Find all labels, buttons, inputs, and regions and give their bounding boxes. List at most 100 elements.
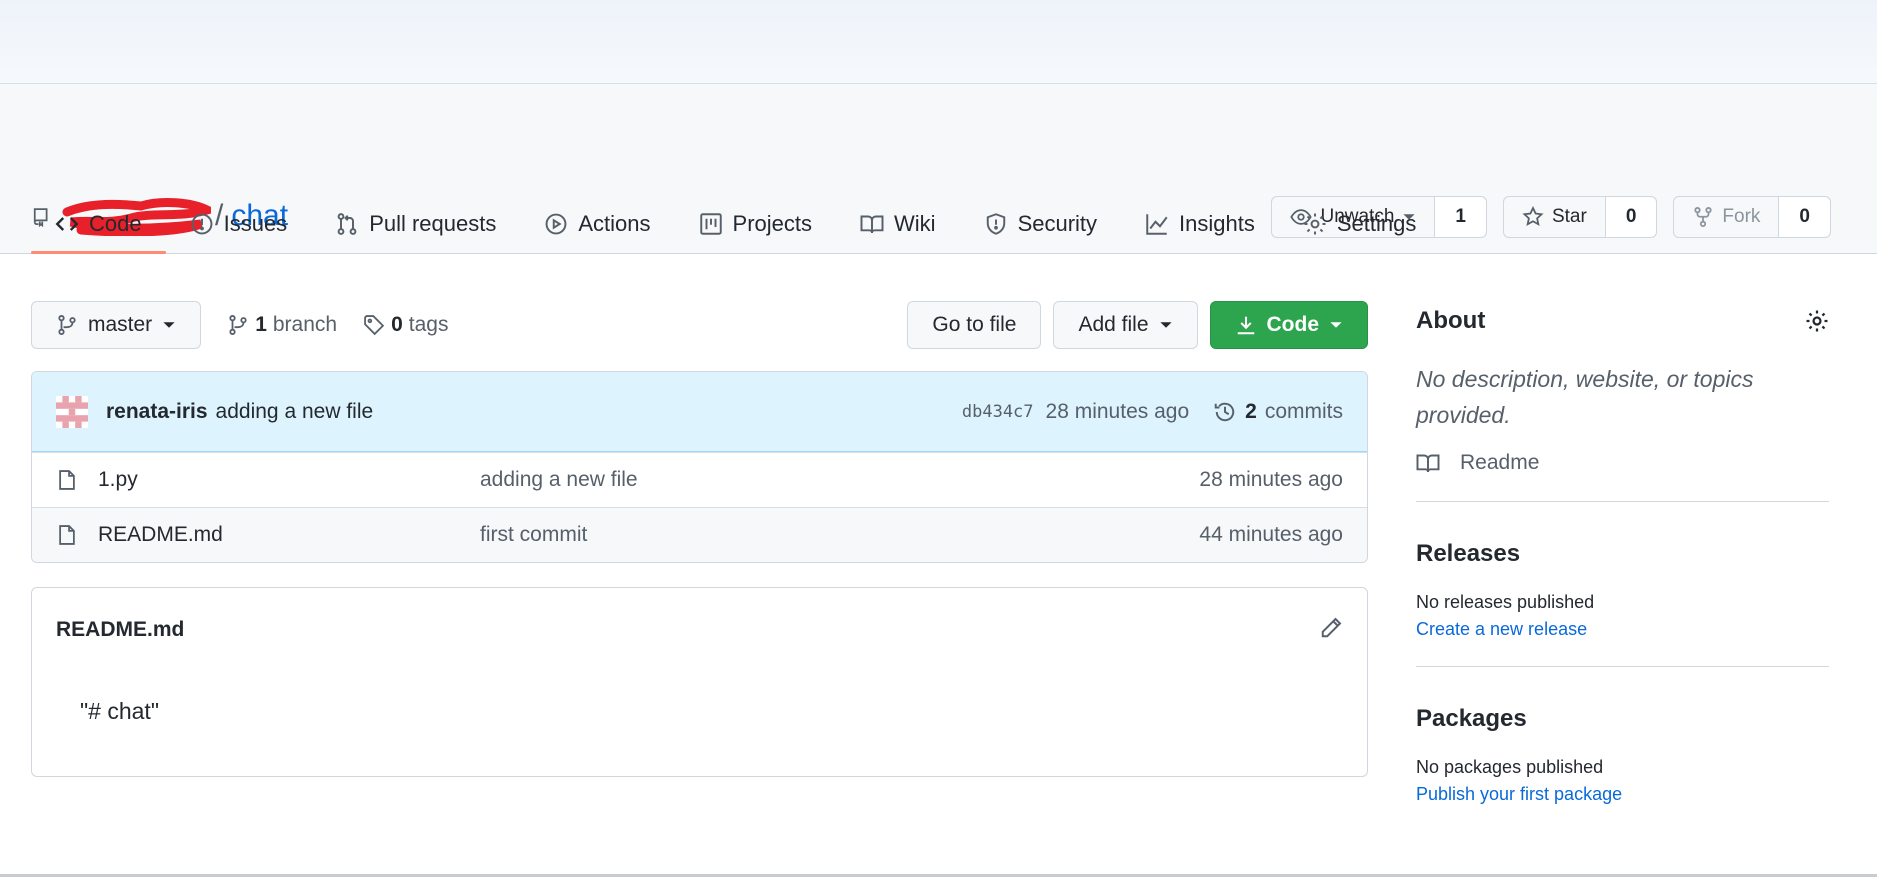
pull-request-icon (337, 213, 357, 235)
publish-package-link[interactable]: Publish your first package (1416, 784, 1829, 805)
file-age: 44 minutes ago (1199, 523, 1343, 546)
commit-author[interactable]: renata-iris (106, 400, 208, 424)
packages-text: No packages published (1416, 757, 1604, 777)
file-age: 28 minutes ago (1199, 468, 1343, 491)
file-name[interactable]: README.md (98, 523, 480, 547)
releases-title[interactable]: Releases (1416, 540, 1829, 568)
repo-tabs: Code Issues Pull requests Actions Projec… (31, 195, 1441, 254)
commit-count: 2 (1245, 399, 1257, 423)
commit-sha[interactable]: db434c7 (962, 402, 1034, 422)
tab-actions[interactable]: Actions (520, 195, 674, 253)
book-icon (1416, 454, 1440, 473)
toolbar-right: Go to file Add file Code (907, 301, 1368, 349)
sidebar: About No description, website, or topics… (1416, 301, 1829, 805)
about-title: About (1416, 307, 1486, 334)
tab-insights[interactable]: Insights (1121, 195, 1279, 253)
file-row: README.md first commit 44 minutes ago (32, 507, 1367, 562)
commit-time[interactable]: 28 minutes ago (1046, 400, 1190, 424)
commit-meta: db434c7 28 minutes ago 2 commits (962, 400, 1343, 424)
branch-selector[interactable]: master (31, 301, 202, 349)
file-toolbar: master 1 branch 0 tags Go to file Add fi… (31, 301, 1368, 349)
commit-message[interactable]: adding a new file (216, 400, 374, 424)
file-browser: renata-iris adding a new file db434c7 28… (31, 371, 1368, 563)
download-icon (1237, 316, 1254, 335)
add-file-button[interactable]: Add file (1053, 301, 1198, 349)
file-commit-message[interactable]: adding a new file (480, 468, 638, 492)
star-icon (1522, 206, 1544, 227)
tab-issues[interactable]: Issues (166, 195, 312, 253)
tab-insights-label: Insights (1179, 211, 1255, 236)
tab-projects-label: Projects (732, 211, 813, 236)
create-release-link[interactable]: Create a new release (1416, 619, 1829, 640)
fork-button[interactable]: Fork (1674, 197, 1780, 237)
shield-icon (986, 213, 1005, 235)
caret-down-icon (1159, 322, 1172, 328)
readme-link[interactable]: Readme (1416, 451, 1829, 475)
releases-text: No releases published (1416, 592, 1595, 612)
file-name[interactable]: 1.py (98, 468, 480, 492)
code-icon (55, 217, 79, 231)
branches-link[interactable]: 1 branch (227, 313, 337, 337)
file-icon (59, 470, 75, 490)
code-download-button[interactable]: Code (1209, 301, 1368, 349)
commit-count-word: commits (1264, 399, 1343, 423)
star-label: Star (1551, 206, 1587, 227)
tab-pull-requests-label: Pull requests (369, 211, 497, 236)
main-content: master 1 branch 0 tags Go to file Add fi… (31, 301, 1368, 777)
file-row: 1.py adding a new file 28 minutes ago (32, 452, 1367, 507)
tab-security[interactable]: Security (960, 195, 1121, 253)
fork-icon (1694, 207, 1713, 227)
star-button-group: Star 0 (1502, 196, 1658, 238)
readme-panel: README.md "# chat" (31, 587, 1368, 777)
packages-title[interactable]: Packages (1416, 705, 1829, 733)
book-icon (860, 215, 884, 234)
readme-link-label: Readme (1460, 451, 1540, 474)
play-icon (545, 213, 567, 235)
star-button[interactable]: Star (1504, 197, 1606, 237)
project-icon (699, 213, 722, 235)
tag-icon (364, 315, 385, 336)
branch-icon (58, 315, 76, 335)
readme-content: "# chat" (80, 698, 159, 724)
watch-count[interactable]: 1 (1435, 197, 1486, 237)
tab-actions-label: Actions (578, 211, 651, 236)
tab-security-label: Security (1017, 211, 1098, 236)
fork-count[interactable]: 0 (1779, 197, 1830, 237)
branch-word: branch (272, 313, 338, 336)
tab-settings[interactable]: Settings (1279, 195, 1441, 253)
caret-down-icon (163, 322, 175, 328)
avatar[interactable] (56, 395, 88, 428)
sidebar-divider (1416, 666, 1829, 667)
add-file-label: Add file (1078, 313, 1149, 336)
history-icon (1214, 402, 1235, 421)
tags-link[interactable]: 0 tags (363, 313, 448, 337)
tab-wiki[interactable]: Wiki (836, 195, 960, 253)
tab-settings-label: Settings (1336, 211, 1417, 236)
pencil-icon[interactable] (1319, 616, 1343, 640)
file-commit-message[interactable]: first commit (480, 523, 587, 547)
code-button-label: Code (1266, 313, 1320, 336)
tag-count: 0 (391, 313, 403, 336)
branch-count: 1 (255, 313, 267, 336)
readme-title[interactable]: README.md (56, 618, 184, 642)
graph-icon (1146, 214, 1168, 235)
tab-pull-requests[interactable]: Pull requests (311, 195, 520, 253)
tab-wiki-label: Wiki (894, 211, 936, 236)
file-icon (59, 525, 75, 545)
branch-label: master (88, 313, 153, 336)
about-description: No description, website, or topics provi… (1416, 366, 1754, 428)
tab-issues-label: Issues (223, 211, 288, 236)
gear-icon (1304, 213, 1326, 235)
tag-word: tags (408, 313, 449, 336)
star-count[interactable]: 0 (1605, 197, 1657, 237)
top-banner (0, 0, 1877, 84)
issue-icon (191, 213, 213, 235)
fork-button-group: Fork 0 (1673, 196, 1831, 238)
branch-icon (229, 315, 247, 335)
latest-commit-bar: renata-iris adding a new file db434c7 28… (32, 372, 1367, 452)
tab-code[interactable]: Code (31, 195, 166, 254)
go-to-file-button[interactable]: Go to file (907, 301, 1042, 349)
tab-projects[interactable]: Projects (675, 195, 836, 253)
gear-icon[interactable] (1805, 309, 1829, 333)
commits-link[interactable]: 2 commits (1213, 400, 1343, 424)
